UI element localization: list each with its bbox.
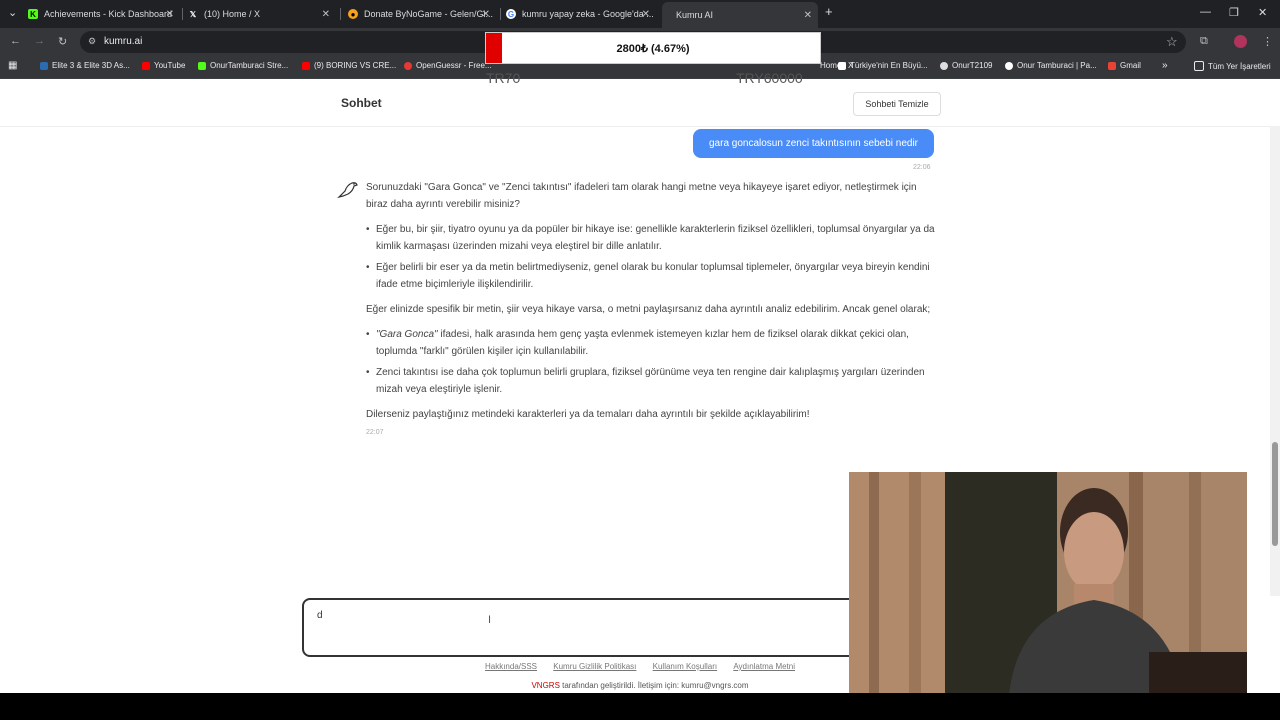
restore-icon[interactable]: ❐ bbox=[1229, 6, 1239, 19]
bookmark-item[interactable]: YouTube bbox=[142, 61, 185, 70]
bot-message-time: 22:07 bbox=[366, 429, 384, 436]
tab-strip: ⌄ K Achievements - Kick Dashboard ✕ 𝕏 (1… bbox=[0, 0, 1280, 28]
bookmark-item[interactable]: OnurT2109 bbox=[940, 61, 992, 70]
chat-header: Sohbet Sohbeti Temizle bbox=[0, 79, 1270, 127]
tab-label: (10) Home / X bbox=[204, 9, 261, 19]
kumru-bird-icon bbox=[337, 179, 359, 207]
github-icon bbox=[940, 61, 948, 70]
bookmark-icon bbox=[40, 61, 48, 70]
tab-kumru-ai[interactable]: Kumru AI ✕ bbox=[662, 2, 818, 28]
clear-chat-button[interactable]: Sohbeti Temizle bbox=[853, 92, 941, 116]
close-icon[interactable]: ✕ bbox=[322, 9, 330, 20]
text-cursor-icon: I bbox=[488, 614, 492, 626]
donation-goal-text: 2800₺ (4.67%) bbox=[616, 43, 690, 55]
bot-middle: Eğer elinizde spesifik bir metin, şiir v… bbox=[366, 304, 931, 315]
turkey-icon bbox=[838, 61, 846, 70]
bot-list-2: "Gara Gonca" ifadesi, halk arasında hem … bbox=[366, 326, 936, 398]
more-bookmarks-icon[interactable]: » bbox=[1162, 60, 1168, 71]
scrollbar[interactable] bbox=[1270, 126, 1280, 596]
bot-list-1: Eğer bu, bir şiir, tiyatro oyunu ya da p… bbox=[366, 221, 936, 293]
close-icon[interactable]: ✕ bbox=[642, 9, 650, 20]
folder-icon bbox=[1194, 61, 1204, 71]
patreon-icon bbox=[1005, 61, 1013, 70]
kick-icon bbox=[198, 61, 206, 70]
footer-link-about[interactable]: Hakkında/SSS bbox=[485, 662, 537, 671]
footer-credit-text: tarafından geliştirildi. İletişim için: … bbox=[559, 681, 749, 690]
webcam-overlay bbox=[849, 472, 1247, 694]
openguessr-icon bbox=[404, 61, 412, 70]
footer-link-terms[interactable]: Kullanım Koşulları bbox=[653, 662, 717, 671]
goal-left-label: TR70 bbox=[486, 70, 521, 86]
kick-icon: K bbox=[28, 9, 38, 19]
webcam-image bbox=[849, 472, 1247, 694]
tab-x-home[interactable]: 𝕏 (10) Home / X ✕ bbox=[188, 4, 336, 24]
list-item-text: ifadesi, halk arasında hem genç yaşta ev… bbox=[376, 329, 909, 357]
bot-message: Sorunuzdaki "Gara Gonca" ve "Zenci takın… bbox=[366, 179, 936, 441]
bot-intro: Sorunuzdaki "Gara Gonca" ve "Zenci takın… bbox=[366, 182, 917, 210]
tab-bynogame[interactable]: ● Donate ByNoGame - Gelen/Gi... ✕ bbox=[348, 4, 496, 24]
menu-icon[interactable]: ⋮ bbox=[1262, 35, 1273, 48]
list-item: Zenci takıntısı ise daha çok toplumun be… bbox=[366, 364, 936, 398]
user-message-bubble: gara goncalosun zenci takıntısının sebeb… bbox=[693, 129, 934, 158]
taskbar bbox=[0, 693, 1280, 720]
footer-link-privacy[interactable]: Kumru Gizlilik Politikası bbox=[553, 662, 636, 671]
google-icon: G bbox=[506, 9, 516, 19]
bookmark-item[interactable]: OnurTamburaci Stre... bbox=[198, 61, 288, 70]
quote-term: "Gara Gonca" bbox=[376, 329, 438, 340]
youtube-icon bbox=[142, 61, 150, 70]
site-info-icon[interactable]: ⚙ bbox=[88, 36, 96, 47]
apps-icon[interactable]: ▦ bbox=[8, 60, 17, 71]
bookmark-item[interactable]: Türkiye'nin En Büyü... bbox=[838, 61, 928, 70]
list-item: "Gara Gonca" ifadesi, halk arasında hem … bbox=[366, 326, 936, 360]
window-close-icon[interactable]: ✕ bbox=[1258, 6, 1267, 19]
bookmark-item[interactable]: (9) BORING VS CRE... bbox=[302, 61, 396, 70]
address-text: kumru.ai bbox=[104, 36, 143, 47]
tab-label: Kumru AI bbox=[676, 10, 714, 20]
forward-icon[interactable]: → bbox=[34, 35, 45, 47]
tab-label: kumru yapay zeka - Google'da ... bbox=[522, 9, 654, 19]
vngrs-brand[interactable]: VNGRS bbox=[531, 681, 559, 690]
profile-avatar[interactable] bbox=[1234, 35, 1247, 48]
gmail-icon bbox=[1108, 61, 1116, 70]
tab-separator bbox=[182, 8, 183, 20]
footer-link-disclosure[interactable]: Aydınlatma Metni bbox=[733, 662, 795, 671]
page-title: Sohbet bbox=[341, 96, 382, 110]
bynogame-icon: ● bbox=[348, 9, 358, 19]
chat-input[interactable]: d I bbox=[302, 598, 866, 657]
list-item: Eğer bu, bir şiir, tiyatro oyunu ya da p… bbox=[366, 221, 936, 255]
back-icon[interactable]: ← bbox=[10, 35, 21, 47]
bot-outro: Dilerseniz paylaştığınız metindeki karak… bbox=[366, 409, 810, 420]
youtube-icon bbox=[302, 61, 310, 70]
tab-label: Achievements - Kick Dashboard bbox=[44, 9, 173, 19]
new-tab-icon[interactable]: + bbox=[825, 4, 833, 19]
tab-google[interactable]: G kumru yapay zeka - Google'da ... ✕ bbox=[506, 4, 656, 24]
extensions-icon[interactable]: ⧉ bbox=[1200, 35, 1208, 48]
all-bookmarks[interactable]: Tüm Yer İşaretleri bbox=[1194, 61, 1271, 71]
donation-goal-bar: 2800₺ (4.67%) bbox=[485, 32, 821, 64]
bookmark-item[interactable]: Gmail bbox=[1108, 61, 1141, 70]
goal-right-label: TRY60000 bbox=[736, 70, 803, 86]
bookmark-item[interactable]: OpenGuessr - Free... bbox=[404, 61, 492, 70]
bookmark-star-icon[interactable]: ☆ bbox=[1166, 34, 1178, 50]
minimize-icon[interactable]: — bbox=[1200, 6, 1211, 18]
chat-input-value: d bbox=[317, 610, 323, 621]
scrollbar-thumb[interactable] bbox=[1272, 442, 1278, 546]
tab-label: Donate ByNoGame - Gelen/Gi... bbox=[364, 9, 494, 19]
bookmark-item[interactable]: Onur Tamburaci | Pa... bbox=[1005, 61, 1097, 70]
reload-icon[interactable]: ↻ bbox=[58, 35, 67, 48]
close-icon[interactable]: ✕ bbox=[482, 9, 490, 20]
close-icon[interactable]: ✕ bbox=[166, 9, 174, 20]
user-message-time: 22:06 bbox=[913, 164, 931, 171]
list-item: Eğer belirli bir eser ya da metin belirt… bbox=[366, 259, 936, 293]
tab-separator bbox=[340, 8, 341, 20]
close-icon[interactable]: ✕ bbox=[804, 10, 812, 21]
x-icon: 𝕏 bbox=[189, 9, 197, 19]
tab-search-icon[interactable]: ⌄ bbox=[8, 6, 17, 19]
tab-separator bbox=[500, 8, 501, 20]
tab-kick[interactable]: K Achievements - Kick Dashboard ✕ bbox=[28, 4, 180, 24]
bookmark-item[interactable]: Elite 3 & Elite 3D As... bbox=[40, 61, 130, 70]
